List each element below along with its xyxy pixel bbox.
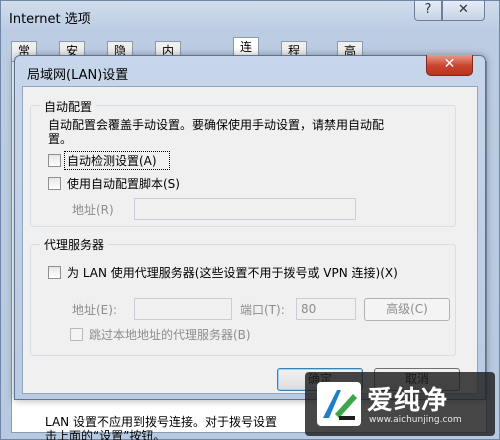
lan-dialog-title: 局域网(LAN)设置: [27, 68, 129, 83]
watermark-url: www.aichunjing.com: [369, 415, 462, 425]
help-button[interactable]: ?: [414, 1, 442, 21]
proxy-server-group-label: 代理服务器: [40, 236, 109, 253]
use-proxy-label[interactable]: 为 LAN 使用代理服务器(这些设置不用于拨号或 VPN 连接)(X): [67, 266, 398, 280]
script-address-label: 地址(R): [72, 203, 114, 217]
parent-footer-note: LAN 设置不应用到拨号连接。对于拨号设置 击上面的“设置”按钮。: [45, 415, 277, 440]
auto-detect-focus-rect: [64, 151, 170, 170]
proxy-advanced-button[interactable]: 高级(C): [364, 298, 450, 321]
proxy-port-label: 端口(T):: [240, 303, 285, 317]
internet-options-title: Internet 选项: [9, 12, 91, 27]
lan-dialog-close-button[interactable]: ✕: [426, 55, 473, 76]
parent-close-button[interactable]: ✕: [442, 1, 485, 21]
bypass-local-checkbox[interactable]: [70, 328, 83, 341]
watermark-text: 爱纯净: [367, 386, 449, 416]
use-proxy-checkbox[interactable]: [48, 266, 61, 279]
watermark-badge: 爱纯净 www.aichunjing.com: [305, 372, 495, 436]
auto-config-description-line-2: 置。: [48, 132, 73, 146]
use-auto-config-script-label[interactable]: 使用自动配置脚本(S): [67, 177, 180, 191]
footer-line-1: LAN 设置不应用到拨号连接。对于拨号设置: [45, 415, 277, 429]
auto-detect-checkbox[interactable]: [48, 154, 61, 167]
footer-line-2: 击上面的“设置”按钮。: [45, 429, 166, 440]
proxy-port-value: 80: [301, 302, 317, 316]
use-auto-config-script-checkbox[interactable]: [48, 177, 61, 190]
proxy-address-label: 地址(E):: [72, 303, 117, 317]
bypass-local-label[interactable]: 跳过本地地址的代理服务器(B): [89, 328, 251, 342]
proxy-port-input[interactable]: 80: [296, 298, 356, 320]
auto-config-group-label: 自动配置: [40, 98, 97, 115]
script-address-input[interactable]: [134, 198, 356, 220]
watermark-logo-icon: [317, 382, 361, 426]
auto-config-description-line-1: 自动配置会覆盖手动设置。要确保使用手动设置，请禁用自动配: [48, 118, 385, 132]
proxy-address-input[interactable]: [134, 298, 232, 320]
